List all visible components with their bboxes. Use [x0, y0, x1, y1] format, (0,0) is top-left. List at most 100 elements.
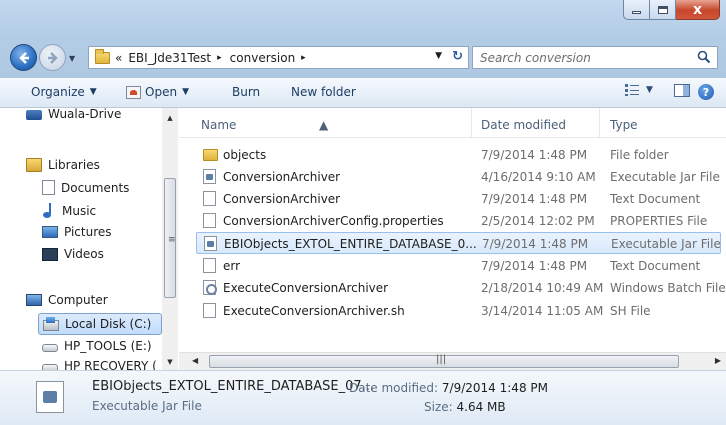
nav-item-libraries[interactable]: Libraries — [26, 158, 100, 172]
file-row[interactable]: ConversionArchiver 7/9/2014 1:48 PM Text… — [196, 188, 721, 210]
file-row[interactable]: ExecuteConversionArchiver 2/18/2014 10:4… — [196, 277, 726, 299]
details-size-label: Size: — [424, 400, 453, 414]
file-row[interactable]: ExecuteConversionArchiver.sh 3/14/2014 1… — [196, 300, 721, 322]
nav-item-label: Libraries — [48, 158, 100, 172]
open-button[interactable]: Open ▼ — [126, 85, 189, 99]
file-date: 7/9/2014 1:48 PM — [482, 237, 589, 251]
file-type: Windows Batch File — [610, 281, 726, 295]
change-view-button[interactable]: ▼ — [625, 84, 653, 96]
address-dropdown-icon[interactable]: ▼ — [435, 51, 442, 61]
file-date: 7/9/2014 1:48 PM — [481, 259, 588, 273]
forward-button[interactable] — [39, 44, 66, 71]
command-bar: Organize ▼ Open ▼ Burn New folder ▼ ? — [0, 78, 726, 108]
file-type: SH File — [610, 304, 651, 318]
file-type: PROPERTIES File — [610, 214, 708, 228]
file-row[interactable]: err 7/9/2014 1:48 PM Text Document — [196, 255, 721, 277]
details-file-type: Executable Jar File — [92, 399, 202, 413]
search-box — [472, 46, 718, 69]
nav-item-label: HP RECOVERY ( — [64, 359, 157, 370]
file-row[interactable]: ConversionArchiver 4/16/2014 9:10 AM Exe… — [196, 166, 721, 188]
file-name: EBIObjects_EXTOL_ENTIRE_DATABASE_0... — [224, 237, 477, 251]
new-folder-label: New folder — [291, 85, 356, 99]
nav-item-local-disk[interactable]: Local Disk (C:) — [38, 313, 162, 335]
view-options-icon — [625, 84, 639, 96]
preview-pane-button[interactable] — [674, 84, 690, 97]
column-header-name[interactable]: Name — [201, 118, 236, 132]
arrow-left-icon — [18, 51, 29, 64]
breadcrumb-separator-icon[interactable]: ▸ — [301, 53, 306, 63]
nav-item-label: Wuala-Drive — [48, 108, 122, 121]
open-icon — [126, 85, 141, 99]
file-date: 4/16/2014 9:10 AM — [481, 170, 596, 184]
maximize-button[interactable] — [650, 0, 676, 20]
file-date: 7/9/2014 1:48 PM — [481, 192, 588, 206]
scroll-thumb[interactable]: ≡ — [164, 178, 176, 298]
details-file-name: EBIObjects_EXTOL_ENTIRE_DATABASE_07... — [92, 379, 375, 394]
scroll-down-icon[interactable]: ▼ — [162, 354, 178, 370]
nav-item-hp-recovery[interactable]: HP RECOVERY ( — [42, 359, 157, 370]
file-date: 7/9/2014 1:48 PM — [481, 148, 588, 162]
chevron-down-icon: ▼ — [182, 87, 189, 97]
nav-item-music[interactable]: Music — [42, 203, 96, 218]
scroll-thumb[interactable]: ||| — [209, 354, 679, 368]
file-type: File folder — [610, 148, 669, 162]
organize-button[interactable]: Organize ▼ — [31, 85, 97, 99]
file-row[interactable]: objects 7/9/2014 1:48 PM File folder — [196, 144, 721, 166]
nav-item-wuala-drive[interactable]: Wuala-Drive — [26, 108, 121, 121]
file-name: err — [223, 259, 241, 273]
burn-button[interactable]: Burn — [232, 85, 260, 99]
nav-item-computer[interactable]: Computer — [26, 293, 108, 307]
back-button[interactable] — [10, 44, 37, 71]
file-row[interactable]: ConversionArchiverConfig.properties 2/5/… — [196, 210, 721, 232]
breadcrumb-conversion[interactable]: conversion — [230, 51, 296, 65]
breadcrumb-separator-icon[interactable]: ▸ — [217, 53, 222, 63]
address-overflow[interactable]: « — [115, 51, 122, 65]
nav-item-videos[interactable]: Videos — [42, 247, 104, 261]
local-disk-icon — [43, 316, 59, 331]
open-label: Open — [145, 85, 178, 99]
nav-item-hp-tools[interactable]: HP_TOOLS (E:) — [42, 339, 152, 353]
file-name: ExecuteConversionArchiver.sh — [223, 304, 405, 318]
refresh-icon[interactable]: ↻ — [452, 49, 463, 64]
scroll-left-icon[interactable]: ◀ — [192, 356, 198, 365]
column-header-type[interactable]: Type — [610, 118, 638, 132]
column-header-date[interactable]: Date modified — [481, 118, 566, 132]
help-icon: ? — [698, 84, 714, 100]
nav-item-label: Pictures — [64, 225, 112, 239]
new-folder-button[interactable]: New folder — [291, 85, 356, 99]
title-bar: x — [0, 0, 726, 36]
breadcrumb-ebi-jde31test[interactable]: EBI_Jde31Test — [128, 51, 211, 65]
scroll-right-icon[interactable]: ▶ — [715, 356, 721, 365]
close-button[interactable]: x — [676, 0, 720, 20]
jar-file-icon — [203, 169, 216, 184]
nav-vertical-scrollbar[interactable]: ▲ ≡ ▼ — [162, 108, 178, 370]
scroll-up-icon[interactable]: ▲ — [162, 110, 178, 126]
recent-pages-dropdown-icon[interactable]: ▼ — [69, 54, 75, 63]
minimize-icon — [632, 11, 641, 14]
details-date-modified: Date modified: 7/9/2014 1:48 PM — [349, 381, 548, 395]
sort-ascending-icon: ▲ — [319, 118, 329, 132]
file-name: ConversionArchiver — [223, 170, 341, 184]
details-size: Size: 4.64 MB — [424, 400, 506, 414]
nav-item-documents[interactable]: Documents — [42, 180, 129, 195]
text-file-icon — [203, 303, 216, 318]
file-date: 2/5/2014 12:02 PM — [481, 214, 595, 228]
libraries-icon — [26, 158, 42, 172]
file-list: ▲ Name Date modified Type objects 7/9/20… — [179, 108, 726, 370]
file-type: Text Document — [610, 259, 701, 273]
column-divider[interactable] — [599, 108, 600, 138]
minimize-button[interactable] — [623, 0, 650, 20]
search-icon[interactable] — [697, 50, 711, 64]
help-button[interactable]: ? — [698, 84, 714, 100]
batch-file-icon — [203, 280, 217, 295]
nav-item-label: HP_TOOLS (E:) — [64, 339, 152, 353]
nav-item-pictures[interactable]: Pictures — [42, 225, 112, 239]
address-bar[interactable]: « EBI_Jde31Test ▸ conversion ▸ ▼ ↻ — [88, 46, 469, 69]
file-row-selected[interactable]: EBIObjects_EXTOL_ENTIRE_DATABASE_0... 7/… — [196, 232, 721, 254]
file-horizontal-scrollbar[interactable]: ◀ ||| ▶ — [179, 352, 726, 370]
column-divider[interactable] — [471, 108, 472, 138]
search-input[interactable] — [480, 50, 690, 65]
nav-item-label: Videos — [64, 247, 104, 261]
close-icon: x — [692, 1, 703, 18]
chevron-down-icon: ▼ — [646, 85, 653, 95]
